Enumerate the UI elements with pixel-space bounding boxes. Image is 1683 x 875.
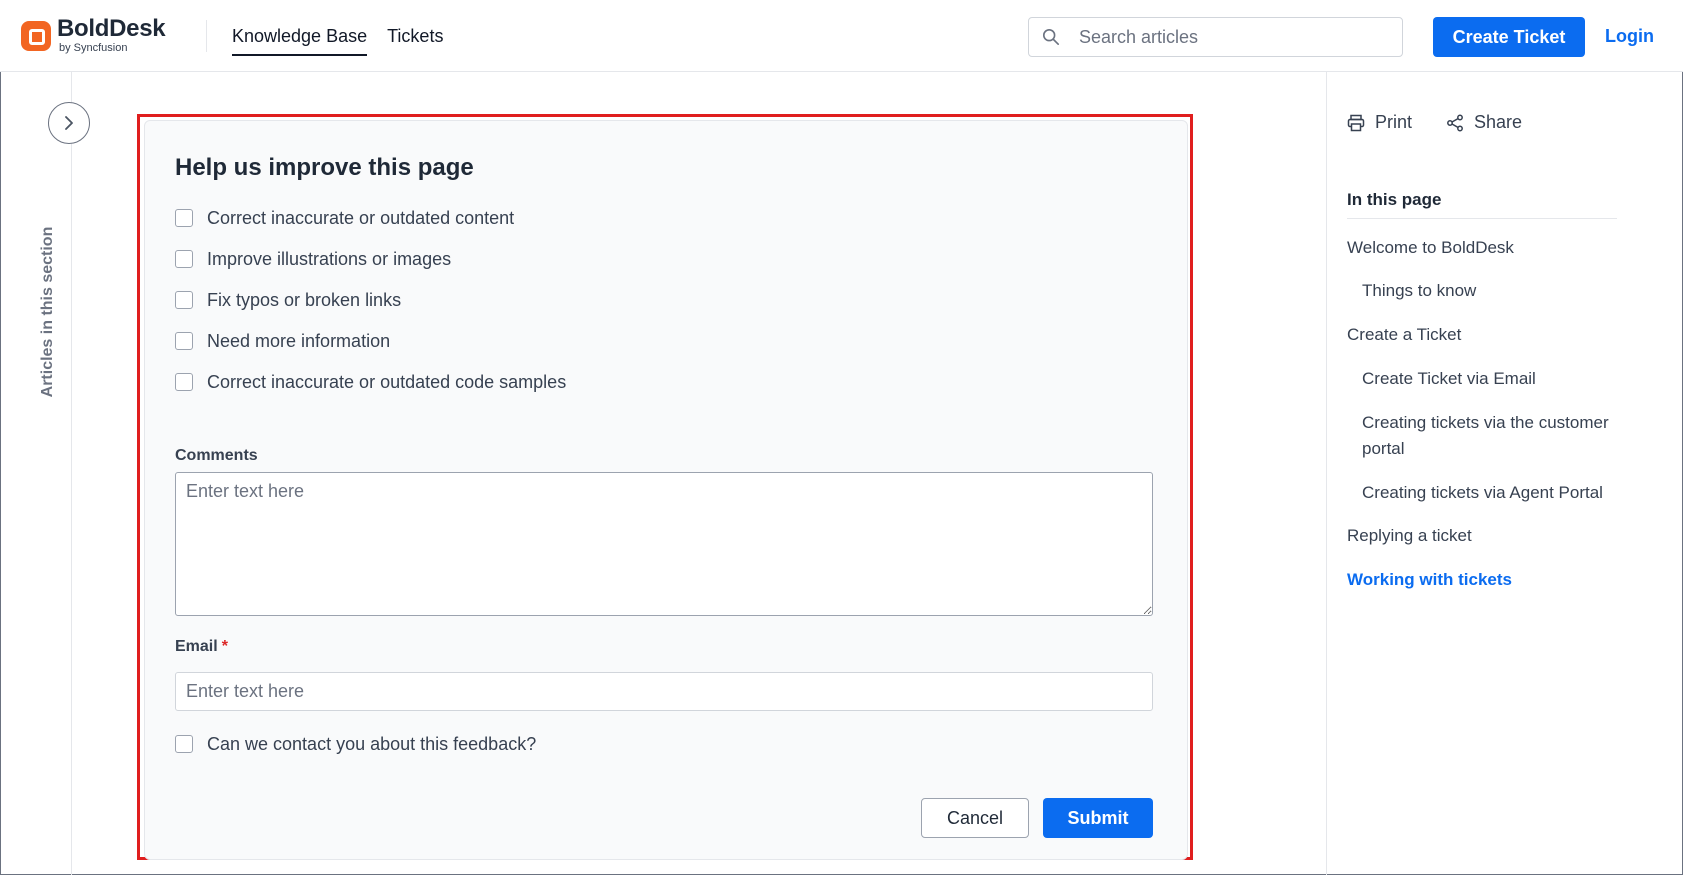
toc-item-working-with-tickets[interactable]: Working with tickets xyxy=(1347,567,1627,593)
bolddesk-logo-icon xyxy=(21,20,51,51)
create-ticket-button[interactable]: Create Ticket xyxy=(1433,17,1585,57)
cancel-button[interactable]: Cancel xyxy=(921,798,1029,838)
toc-item-things-to-know[interactable]: Things to know xyxy=(1362,278,1642,304)
printer-icon xyxy=(1347,114,1365,131)
top-header: BoldDesk by Syncfusion Knowledge Base Ti… xyxy=(0,0,1683,72)
share-label: Share xyxy=(1474,112,1523,132)
chevron-right-icon xyxy=(65,116,73,130)
toc-item-welcome[interactable]: Welcome to BoldDesk xyxy=(1347,235,1627,261)
share-button[interactable]: Share xyxy=(1446,112,1522,133)
option-typos-links[interactable]: Fix typos or broken links xyxy=(175,288,401,312)
email-field[interactable] xyxy=(175,672,1153,711)
articles-in-section-label[interactable]: Articles in this section xyxy=(38,212,58,412)
print-label: Print xyxy=(1375,112,1413,132)
toc-item-create-via-email[interactable]: Create Ticket via Email xyxy=(1362,366,1642,392)
header-divider xyxy=(206,20,207,52)
article-actions: Print Share xyxy=(1347,112,1556,133)
toc-item-customer-portal[interactable]: Creating tickets via the customer portal xyxy=(1362,410,1632,462)
expand-articles-button[interactable] xyxy=(48,102,90,144)
comments-textarea[interactable] xyxy=(175,472,1153,616)
checkbox[interactable] xyxy=(175,332,193,350)
share-icon xyxy=(1447,114,1463,131)
option-label: Need more information xyxy=(207,330,391,351)
bolddesk-logo[interactable]: BoldDesk by Syncfusion xyxy=(21,15,166,54)
option-label: Can we contact you about this feedback? xyxy=(207,733,537,754)
option-label: Fix typos or broken links xyxy=(207,289,402,310)
search-box[interactable] xyxy=(1028,17,1403,57)
submit-button[interactable]: Submit xyxy=(1043,798,1153,838)
option-code-samples[interactable]: Correct inaccurate or outdated code samp… xyxy=(175,370,566,394)
feedback-title: Help us improve this page xyxy=(175,154,474,181)
search-input[interactable] xyxy=(1079,26,1379,48)
checkbox[interactable] xyxy=(175,373,193,391)
feedback-panel: Help us improve this page Correct inaccu… xyxy=(144,120,1188,860)
login-link[interactable]: Login xyxy=(1605,26,1654,47)
checkbox[interactable] xyxy=(175,291,193,309)
option-label: Correct inaccurate or outdated code samp… xyxy=(207,371,567,392)
option-illustrations[interactable]: Improve illustrations or images xyxy=(175,247,451,271)
comments-label: Comments xyxy=(175,447,258,464)
logo-name: BoldDesk xyxy=(57,15,166,42)
toc-item-agent-portal[interactable]: Creating tickets via Agent Portal xyxy=(1362,480,1642,506)
nav-tickets[interactable]: Tickets xyxy=(387,0,443,72)
nav-knowledge-base[interactable]: Knowledge Base xyxy=(232,0,368,72)
option-outdated-content[interactable]: Correct inaccurate or outdated content xyxy=(175,206,514,230)
checkbox[interactable] xyxy=(175,209,193,227)
option-label: Improve illustrations or images xyxy=(207,248,452,269)
search-icon xyxy=(1042,28,1060,46)
logo-subtitle: by Syncfusion xyxy=(59,42,128,54)
checkbox[interactable] xyxy=(175,250,193,268)
option-more-information[interactable]: Need more information xyxy=(175,329,390,353)
toc-item-replying[interactable]: Replying a ticket xyxy=(1347,523,1627,549)
left-rail: Articles in this section xyxy=(0,72,90,875)
option-label: Correct inaccurate or outdated content xyxy=(207,207,515,228)
print-button[interactable]: Print xyxy=(1347,112,1412,133)
email-label: Email * xyxy=(175,638,228,655)
toc-title: In this page xyxy=(1347,190,1617,219)
checkbox[interactable] xyxy=(175,735,193,753)
right-rail: Print Share In this page Welcome to Bold… xyxy=(1326,72,1683,875)
required-asterisk: * xyxy=(221,638,228,655)
toc-item-create-ticket[interactable]: Create a Ticket xyxy=(1347,322,1627,348)
main-nav: Knowledge Base Tickets xyxy=(232,0,463,72)
option-contact-me[interactable]: Can we contact you about this feedback? xyxy=(175,732,536,756)
